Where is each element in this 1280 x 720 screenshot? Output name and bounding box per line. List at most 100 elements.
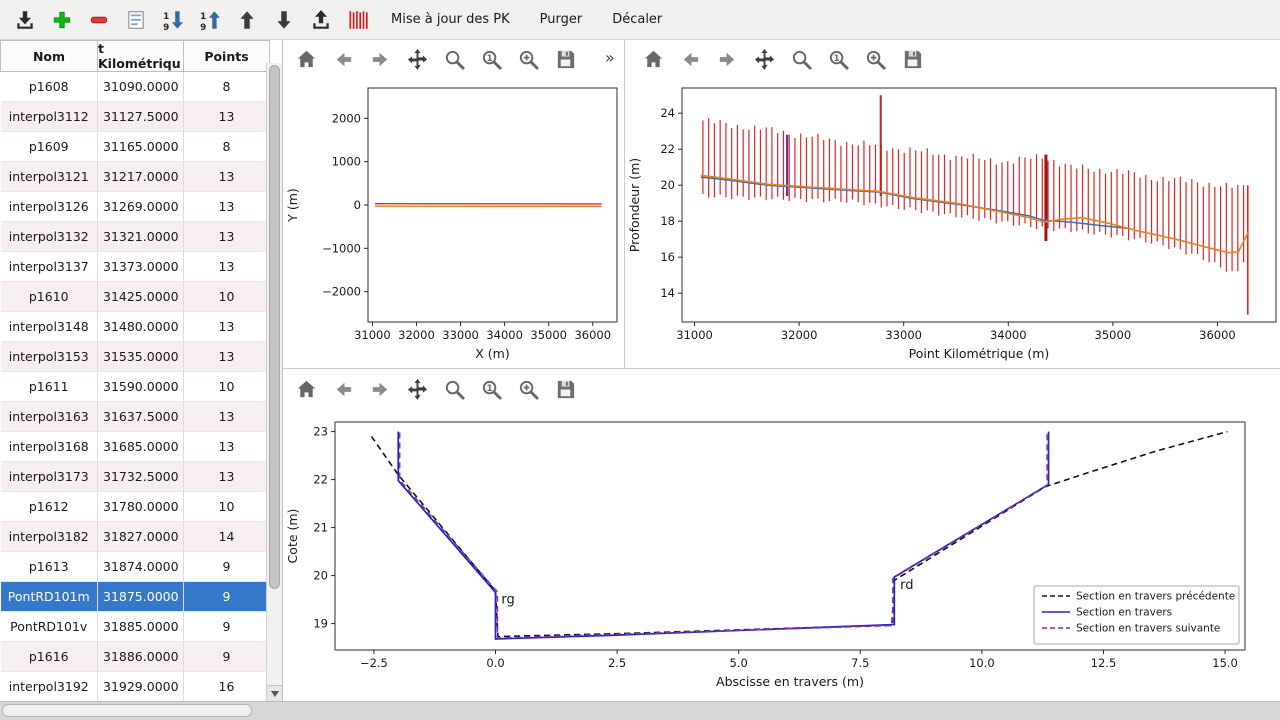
cell-pk[interactable]: 31321.0000 [98,222,184,252]
cell-pk[interactable]: 31885.0000 [98,612,184,642]
table-row[interactable]: p161231780.000010 [1,492,270,522]
cell-points[interactable]: 9 [184,642,270,672]
cell-nom[interactable]: interpol3168 [1,432,98,462]
home-button[interactable] [293,46,320,73]
cell-nom[interactable]: interpol3132 [1,222,98,252]
horizontal-scrollbar-thumb[interactable] [2,704,252,717]
table-row[interactable]: PontRD101m31875.00009 [1,582,270,612]
table-row[interactable]: interpol313231321.000013 [1,222,270,252]
cross-sections-button[interactable] [343,5,373,35]
cell-nom[interactable]: p1612 [1,492,98,522]
cell-nom[interactable]: interpol3173 [1,462,98,492]
cell-pk[interactable]: 31425.0000 [98,282,184,312]
back-button[interactable] [330,46,357,73]
sort-descending-button[interactable] [158,5,188,35]
cell-nom[interactable]: p1616 [1,642,98,672]
table-row[interactable]: interpol318231827.000014 [1,522,270,552]
cell-pk[interactable]: 31590.0000 [98,372,184,402]
cell-points[interactable]: 8 [184,72,270,102]
table-row[interactable]: interpol315331535.000013 [1,342,270,372]
back-button[interactable] [677,46,704,73]
cell-pk[interactable]: 31269.0000 [98,192,184,222]
cell-points[interactable]: 13 [184,222,270,252]
cell-points[interactable]: 10 [184,282,270,312]
move-up-button[interactable] [232,5,262,35]
cell-points[interactable]: 16 [184,672,270,702]
table-vertical-scrollbar[interactable] [266,63,282,702]
cell-pk[interactable]: 31535.0000 [98,342,184,372]
cell-points[interactable]: 13 [184,432,270,462]
cell-nom[interactable]: interpol3192 [1,672,98,702]
cell-points[interactable]: 9 [184,552,270,582]
zoom-original-button[interactable] [478,46,505,73]
cell-nom[interactable]: p1608 [1,72,98,102]
cell-nom[interactable]: interpol3163 [1,402,98,432]
cell-nom[interactable]: interpol3137 [1,252,98,282]
cell-pk[interactable]: 31780.0000 [98,492,184,522]
zoom-original-button[interactable] [478,376,505,403]
table-row[interactable]: interpol314831480.000013 [1,312,270,342]
cell-nom[interactable]: interpol3112 [1,102,98,132]
column-header-points[interactable]: Points [184,41,270,72]
cell-points[interactable]: 13 [184,102,270,132]
cell-nom[interactable]: p1609 [1,132,98,162]
pan-button[interactable] [404,46,431,73]
bottom-scrollbar-strip[interactable] [0,701,1280,720]
scrollbar-thumb[interactable] [269,65,280,589]
cell-pk[interactable]: 31373.0000 [98,252,184,282]
action-mise-jour-des-pk[interactable]: Mise à jour des PK [389,8,512,31]
cell-nom[interactable]: interpol3182 [1,522,98,552]
action-d-caler[interactable]: Décaler [610,8,664,31]
cell-points[interactable]: 13 [184,462,270,492]
cell-points[interactable]: 13 [184,162,270,192]
table-row[interactable]: p161031425.000010 [1,282,270,312]
cell-points[interactable]: 9 [184,582,270,612]
forward-button[interactable] [367,376,394,403]
table-row[interactable]: interpol316831685.000013 [1,432,270,462]
table-row[interactable]: interpol319231929.000016 [1,672,270,702]
table-row[interactable]: interpol312631269.000013 [1,192,270,222]
zoom-button[interactable] [441,46,468,73]
home-button[interactable] [293,376,320,403]
pan-button[interactable] [751,46,778,73]
toolbar-overflow-button[interactable]: » [605,48,615,67]
cell-pk[interactable]: 31886.0000 [98,642,184,672]
cell-pk[interactable]: 31827.0000 [98,522,184,552]
import-button[interactable] [10,5,40,35]
cell-points[interactable]: 8 [184,132,270,162]
column-header-pk[interactable]: t Kilométriqu [98,41,184,72]
save-button[interactable] [899,46,926,73]
cell-pk[interactable]: 31217.0000 [98,162,184,192]
cell-nom[interactable]: interpol3126 [1,192,98,222]
zoom-rect-button[interactable] [862,46,889,73]
pan-button[interactable] [404,376,431,403]
zoom-button[interactable] [441,376,468,403]
zoom-original-button[interactable] [825,46,852,73]
column-header-nom[interactable]: Nom [1,41,98,72]
zoom-button[interactable] [788,46,815,73]
forward-button[interactable] [714,46,741,73]
cell-points[interactable]: 10 [184,372,270,402]
table-row[interactable]: p160931165.00008 [1,132,270,162]
edit-list-button[interactable] [121,5,151,35]
scrollbar-down-button[interactable] [267,685,282,702]
cell-points[interactable]: 13 [184,402,270,432]
zoom-rect-button[interactable] [515,46,542,73]
cell-nom[interactable]: interpol3148 [1,312,98,342]
export-button[interactable] [306,5,336,35]
table-row[interactable]: interpol313731373.000013 [1,252,270,282]
table-row[interactable]: PontRD101v31885.00009 [1,612,270,642]
back-button[interactable] [330,376,357,403]
add-row-button[interactable] [47,5,77,35]
table-row[interactable]: interpol311231127.500013 [1,102,270,132]
longitudinal-profile-plot[interactable]: 3100032000330003400035000360001416182022… [625,80,1280,366]
cell-pk[interactable]: 31874.0000 [98,552,184,582]
zoom-rect-button[interactable] [515,376,542,403]
cell-points[interactable]: 13 [184,342,270,372]
cell-pk[interactable]: 31732.5000 [98,462,184,492]
cell-nom[interactable]: p1611 [1,372,98,402]
plan-view-plot[interactable]: 310003200033000340003500036000−2000−1000… [283,80,622,366]
cell-points[interactable]: 13 [184,192,270,222]
cell-pk[interactable]: 31637.5000 [98,402,184,432]
cell-points[interactable]: 10 [184,492,270,522]
